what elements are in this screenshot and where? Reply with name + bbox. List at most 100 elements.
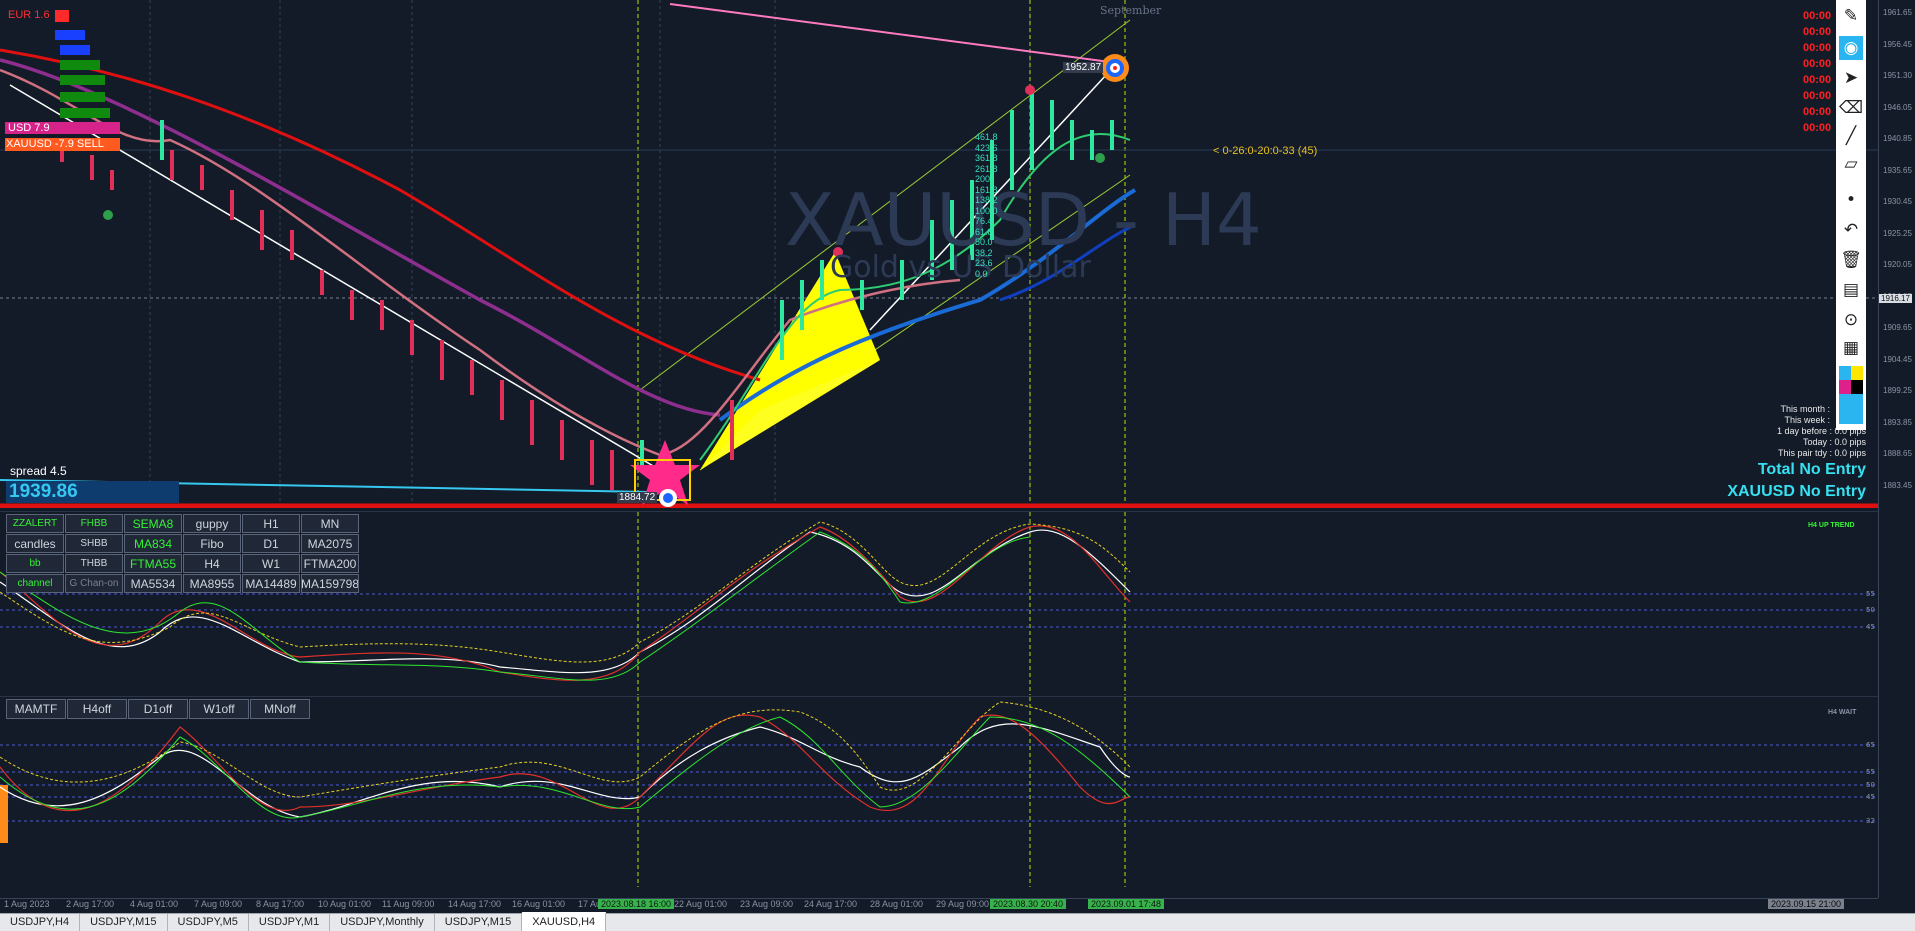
mamtf-button[interactable]: MAMTF [6, 699, 66, 719]
camera-icon[interactable]: ⊙ [1839, 308, 1863, 332]
current-color-swatch[interactable] [1839, 394, 1863, 424]
fibo-button[interactable]: Fibo [183, 534, 241, 553]
price-label-0: 1961.65 [1883, 8, 1912, 17]
tab-usdjpy-m5[interactable]: USDJPY,M5 [168, 914, 249, 931]
price-label-5: 1935.65 [1883, 165, 1912, 175]
price-axis[interactable]: 1961.65 1956.45 1951.30 1946.05 1940.85 1935.… [1878, 0, 1915, 898]
time-label-8: 16 Aug 01:00 [512, 899, 566, 909]
dot-icon[interactable]: • [1839, 188, 1863, 212]
price-label-14: 1888.65 [1883, 449, 1912, 458]
price-label-6: 1930.45 [1883, 197, 1912, 206]
target-label: < 0-26:0-20:0-33 (45) [1213, 145, 1318, 157]
channel-button[interactable]: channel [6, 574, 64, 593]
cursor-icon[interactable]: ➤ [1839, 66, 1863, 90]
tab-usdjpy-h4[interactable]: USDJPY,H4 [0, 914, 81, 931]
subtitle-watermark: Gold vs US Dollar [830, 250, 1091, 285]
time-label-13: 24 Aug 17:00 [804, 899, 858, 909]
tab-usdjpy-monthly[interactable]: USDJPY,Monthly [330, 914, 435, 931]
time-axis[interactable]: 1 Aug 2023 2 Aug 17:00 4 Aug 01:00 7 Aug 09… [0, 898, 1878, 911]
spread-label: spread 4.5 [10, 464, 67, 478]
bb-button[interactable]: bb [6, 554, 64, 573]
tab-usdjpy-m15-2[interactable]: USDJPY,M15 [435, 914, 523, 931]
eur-label: EUR 1.6 [8, 9, 50, 21]
d1-button[interactable]: D1 [242, 534, 300, 553]
fib-level-10: 50.0 [975, 237, 993, 247]
eraser-icon[interactable]: ⌫ [1839, 96, 1863, 120]
ind2-level-55: 55 [1866, 768, 1875, 776]
this-week-stat: This week : [1784, 415, 1830, 425]
d1off-button[interactable]: D1off [128, 699, 188, 719]
timer-7: 00:00 [1803, 106, 1832, 118]
this-month-stat: This month : [1780, 404, 1830, 414]
price-label-1: 1956.45 [1883, 39, 1912, 49]
mnoff-button[interactable]: MNoff [250, 699, 310, 719]
time-label-16: 2023.08.30 20:40 [990, 899, 1067, 909]
thbb-button[interactable]: THBB [65, 554, 123, 573]
h4-button[interactable]: H4 [183, 554, 241, 573]
tab-xauusd-h4[interactable]: XAUUSD,H4 [522, 912, 607, 931]
ma834-button[interactable]: MA834 [124, 534, 182, 553]
fib-level-0: 461.8 [975, 132, 998, 142]
tab-usdjpy-m1[interactable]: USDJPY,M1 [249, 914, 331, 931]
color-swatch-yellow[interactable] [1851, 366, 1863, 380]
pen-icon[interactable]: ✎ [1839, 4, 1863, 28]
marker-icon[interactable]: ▱ [1839, 152, 1863, 176]
color-swatch-magenta[interactable] [1839, 380, 1851, 394]
pair-today-stat: This pair tdy : 0.0 pips [1777, 448, 1866, 458]
ma159798-button[interactable]: MA159798 [301, 574, 359, 593]
tab-usdjpy-m15[interactable]: USDJPY,M15 [80, 914, 168, 931]
timer-2: 00:00 [1803, 26, 1832, 38]
price-label-10: 1909.65 [1883, 323, 1912, 332]
g-chan-button[interactable]: G Chan-on [65, 574, 123, 593]
timer-1: 00:00 [1803, 10, 1832, 22]
ind1-level-45: 45 [1866, 623, 1875, 631]
ma14489-button[interactable]: MA14489 [242, 574, 300, 593]
chart-icon[interactable]: ▤ [1839, 278, 1863, 302]
today-stat: Today : 0.0 pips [1802, 437, 1866, 447]
line-icon[interactable]: ╱ [1839, 124, 1863, 148]
ma8955-button[interactable]: MA8955 [183, 574, 241, 593]
price-label-3: 1946.05 [1883, 102, 1912, 112]
trash-icon[interactable]: 🗑 [1839, 248, 1863, 272]
ma5534-button[interactable]: MA5534 [124, 574, 182, 593]
ma2075-button[interactable]: MA2075 [301, 534, 359, 553]
guppy-button[interactable]: guppy [183, 514, 241, 533]
candles-button[interactable]: candles [6, 534, 64, 553]
zzalert-button[interactable]: ZZALERT [6, 514, 64, 533]
fibonacci-levels: 461.8 423.6 361.8 261.8 200 161.8 138.2 100.0 76… [975, 132, 998, 279]
h1-button[interactable]: H1 [242, 514, 300, 533]
mn-button[interactable]: MN [301, 514, 359, 533]
ftma200-button[interactable]: FTMA200 [301, 554, 359, 573]
h4-trend-label: H4 UP TREND [1808, 522, 1855, 529]
w1off-button[interactable]: W1off [189, 699, 249, 719]
ftma55-button[interactable]: FTMA55 [124, 554, 182, 573]
time-label-5: 10 Aug 01:00 [318, 899, 372, 909]
shbb-button[interactable]: SHBB [65, 534, 123, 553]
w1-button[interactable]: W1 [242, 554, 300, 573]
price-label-15: 1883.45 [1883, 480, 1912, 490]
color-swatch-cyan[interactable] [1839, 366, 1851, 380]
timer-5: 00:00 [1803, 74, 1832, 86]
color-swatch-black[interactable] [1851, 380, 1863, 394]
crosshair-price-tag: 1916.17 [1879, 294, 1912, 303]
fib-level-11: 38.2 [975, 247, 993, 258]
h4off-button[interactable]: H4off [67, 699, 127, 719]
clipboard-icon[interactable]: ▦ [1839, 336, 1863, 360]
trading-terminal: XAUUSD - H4 Gold vs US Dollar September … [0, 0, 1915, 931]
time-label-14: 28 Aug 01:00 [870, 899, 924, 909]
fhbb-button[interactable]: FHBB [65, 514, 123, 533]
current-price-box: 1939.86 [6, 481, 179, 503]
fib-level-8: 76.4 [975, 216, 993, 226]
low-label: 1884.72 [617, 492, 658, 503]
fib-level-1: 423.6 [975, 142, 998, 153]
fib-level-12: 23.6 [975, 258, 993, 268]
mamtf-button-row: MAMTF H4off D1off W1off MNoff [6, 699, 310, 719]
undo-icon[interactable]: ↶ [1839, 218, 1863, 242]
time-label-0: 1 Aug 2023 [4, 899, 50, 909]
fib-level-5: 161.8 [975, 184, 998, 195]
main-chart-pane[interactable]: XAUUSD - H4 Gold vs US Dollar September … [0, 0, 1878, 508]
oscillator-pane-2[interactable]: H4 WAIT 65 55 50 45 32 [0, 696, 1878, 887]
sema8-button[interactable]: SEMA8 [124, 514, 182, 533]
time-label-11: 22 Aug 01:00 [674, 899, 728, 909]
eye-icon[interactable]: ◉ [1839, 36, 1863, 60]
